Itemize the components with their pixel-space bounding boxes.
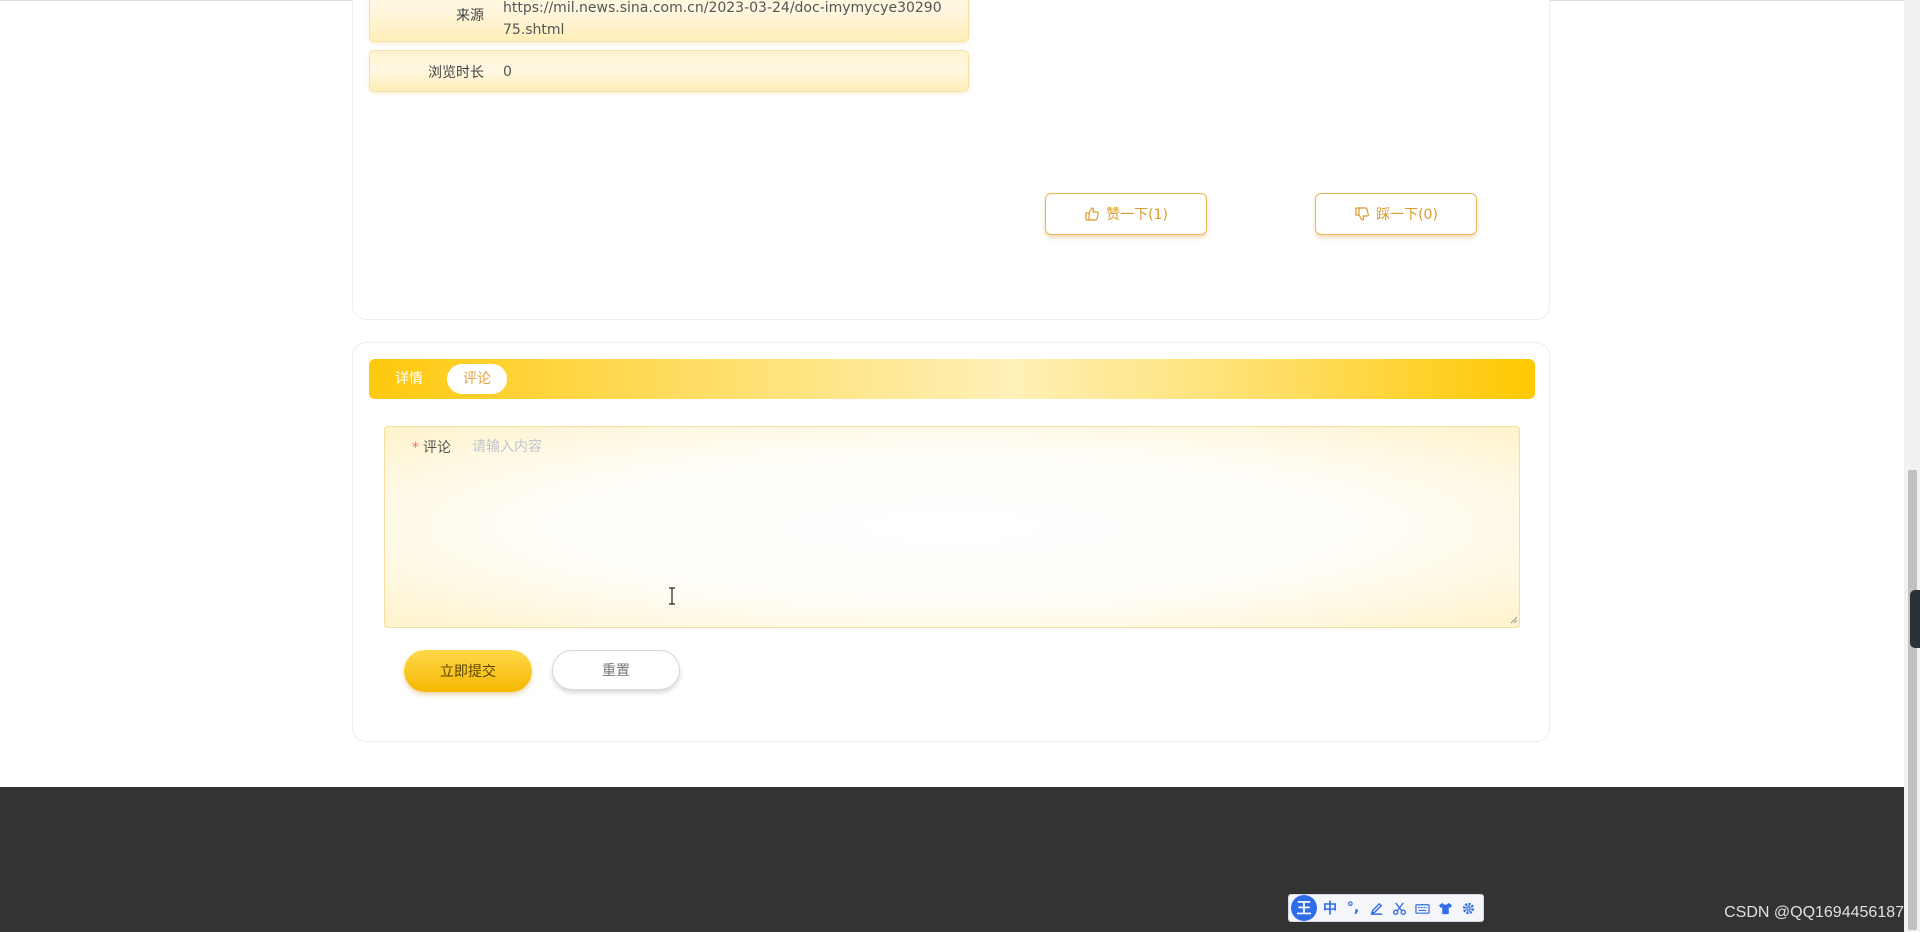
submit-button[interactable]: 立即提交 (404, 650, 532, 692)
shirt-icon[interactable] (1435, 898, 1455, 918)
scrollbar-thumb[interactable] (1908, 470, 1917, 930)
thumbs-up-icon (1085, 207, 1100, 221)
comment-label: * 评论 (412, 437, 451, 457)
like-button[interactable]: 赞一下(1) (1045, 193, 1207, 235)
source-value: https://mil.news.sina.com.cn/2023-03-24/… (503, 0, 942, 38)
dislike-button[interactable]: 踩一下(0) (1315, 193, 1477, 235)
tab-detail[interactable]: 详情 (379, 364, 439, 394)
required-mark: * (412, 440, 419, 456)
pen-icon[interactable] (1366, 898, 1386, 918)
scissors-icon[interactable] (1389, 898, 1409, 918)
watermark: CSDN @QQ1694456187 (1724, 904, 1904, 921)
dislike-label: 踩一下(0) (1376, 207, 1438, 223)
ime-punct-toggle[interactable]: °, (1343, 898, 1363, 918)
scrollbar[interactable] (1904, 0, 1920, 932)
tab-comment[interactable]: 评论 (447, 364, 507, 394)
tab-bar: 详情 评论 (369, 359, 1535, 399)
reset-button[interactable]: 重置 (552, 650, 680, 690)
views-value: 0 (503, 64, 512, 80)
ime-mode-toggle[interactable]: 中 (1320, 898, 1340, 918)
source-label: 来源 (456, 8, 484, 24)
text-cursor-icon (669, 587, 675, 605)
comment-input[interactable] (470, 432, 1510, 618)
page: 来源 https://mil.news.sina.com.cn/2023-03-… (0, 0, 1920, 932)
gear-icon[interactable] (1458, 898, 1478, 918)
keyboard-icon[interactable] (1412, 898, 1432, 918)
views-row: 浏览时长 0 (369, 50, 969, 92)
thumbs-down-icon (1355, 207, 1370, 221)
source-row: 来源 https://mil.news.sina.com.cn/2023-03-… (369, 0, 969, 42)
views-label: 浏览时长 (428, 65, 484, 81)
footer (0, 787, 1904, 932)
resize-grip-icon[interactable] (1508, 614, 1518, 624)
detail-card (352, 0, 1550, 320)
side-panel-handle[interactable] (1910, 590, 1920, 648)
like-label: 赞一下(1) (1106, 207, 1168, 223)
ime-logo[interactable]: 王 (1291, 895, 1317, 921)
comment-label-text: 评论 (423, 440, 451, 456)
ime-toolbar: 王 中 °, (1288, 894, 1484, 922)
